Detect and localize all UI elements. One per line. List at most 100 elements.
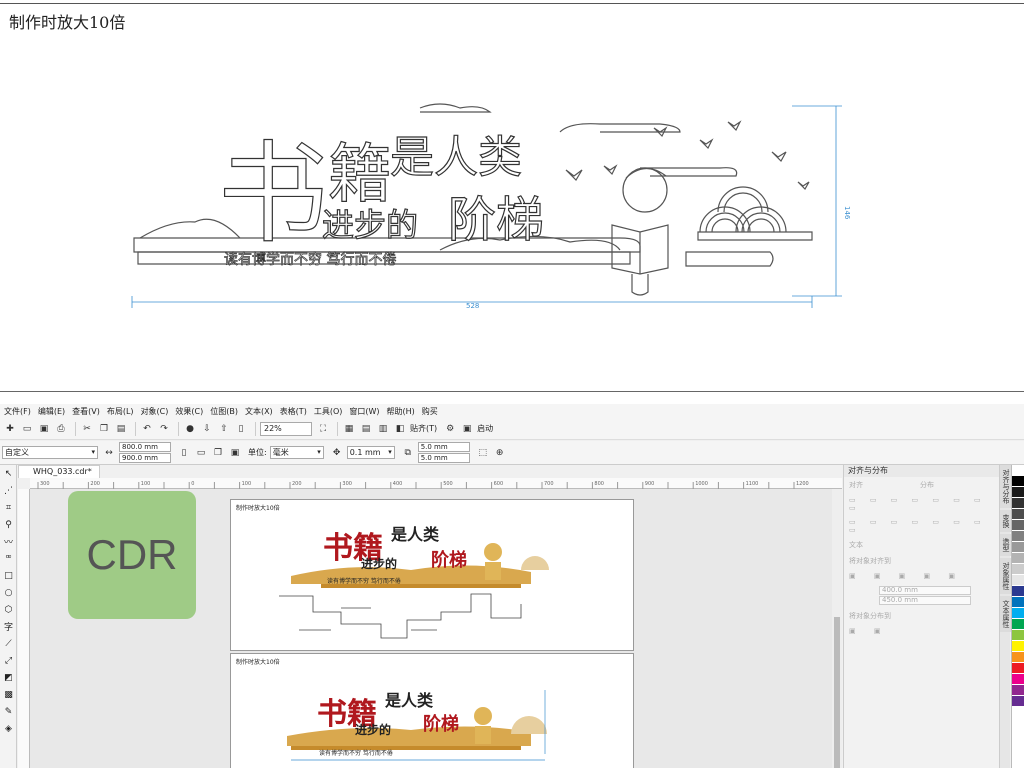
palette-swatch[interactable] bbox=[1012, 630, 1024, 641]
rectangle-tool-icon[interactable]: □ bbox=[0, 567, 17, 584]
palette-swatch[interactable] bbox=[1012, 476, 1024, 487]
align-buttons-row2[interactable]: ▭ ▭ ▭ ▭ ▭ ▭ ▭ ▭ bbox=[844, 515, 999, 537]
docker-tab-transform[interactable]: 变换 bbox=[1000, 510, 1011, 532]
paste-icon[interactable]: ▤ bbox=[114, 422, 128, 436]
add-frame-icon[interactable]: ⊕ bbox=[493, 446, 507, 460]
polygon-tool-icon[interactable]: ⬡ bbox=[0, 601, 17, 618]
palette-swatch[interactable] bbox=[1012, 619, 1024, 630]
grid-icon[interactable]: ▤ bbox=[359, 422, 373, 436]
portrait-icon[interactable]: ▯ bbox=[177, 446, 191, 460]
pick-tool-icon[interactable]: ↖ bbox=[0, 465, 17, 482]
palette-swatch[interactable] bbox=[1012, 586, 1024, 597]
menu-tools[interactable]: 工具(O) bbox=[314, 406, 343, 417]
current-page-icon[interactable]: ▣ bbox=[228, 446, 242, 460]
palette-swatch[interactable] bbox=[1012, 487, 1024, 498]
docker-tab-text-props[interactable]: 文本属性 bbox=[1000, 596, 1011, 632]
menu-text[interactable]: 文本(X) bbox=[245, 406, 273, 417]
menu-file[interactable]: 文件(F) bbox=[4, 406, 31, 417]
open-folder-icon[interactable]: ▭ bbox=[20, 422, 34, 436]
palette-swatch[interactable] bbox=[1012, 696, 1024, 707]
palette-swatch[interactable] bbox=[1012, 531, 1024, 542]
parallel-dimension-icon[interactable]: ⟋ bbox=[0, 635, 17, 652]
copy-icon[interactable]: ❐ bbox=[97, 422, 111, 436]
palette-swatch[interactable] bbox=[1012, 674, 1024, 685]
menu-layout[interactable]: 布局(L) bbox=[107, 406, 134, 417]
palette-swatch[interactable] bbox=[1012, 520, 1024, 531]
align-buttons[interactable]: ▭ ▭ ▭ ▭ ▭ ▭ ▭ ▭ bbox=[844, 493, 999, 515]
zoom-level-input[interactable]: 22% bbox=[260, 421, 312, 436]
save-icon[interactable]: ▣ bbox=[37, 422, 51, 436]
palette-swatch[interactable] bbox=[1012, 564, 1024, 575]
text-tool-icon[interactable]: 字 bbox=[0, 618, 17, 635]
page-2[interactable]: 制作时放大10倍 书籍 是人类 进步的 阶梯 读有博学而不穷 笃行而不倦 bbox=[230, 653, 634, 768]
menu-bitmaps[interactable]: 位图(B) bbox=[210, 406, 238, 417]
treat-as-filled-icon[interactable]: ⬚ bbox=[476, 446, 490, 460]
nudge-distance-input[interactable]: 0.1 mm bbox=[346, 446, 395, 459]
menu-buy[interactable]: 购买 bbox=[422, 406, 438, 417]
snap-icon[interactable]: ◧ bbox=[393, 422, 407, 436]
artistic-media-icon[interactable]: ꟹ bbox=[0, 550, 17, 567]
all-pages-icon[interactable]: ❐ bbox=[211, 446, 225, 460]
menu-window[interactable]: 窗口(W) bbox=[349, 406, 379, 417]
undo-icon[interactable]: ↶ bbox=[140, 422, 154, 436]
zoom-tool-icon[interactable]: ⚲ bbox=[0, 516, 17, 533]
palette-swatch[interactable] bbox=[1012, 663, 1024, 674]
units-select[interactable]: 毫米 bbox=[269, 446, 324, 459]
docker-tab-object-props[interactable]: 对象属性 bbox=[1000, 558, 1011, 594]
options-gear-icon[interactable]: ⚙ bbox=[443, 422, 457, 436]
docker-tab-shaping[interactable]: 造型 bbox=[1000, 534, 1011, 556]
freehand-tool-icon[interactable]: 〰 bbox=[0, 533, 17, 550]
drop-shadow-icon[interactable]: ◩ bbox=[0, 669, 17, 686]
launch-icon[interactable]: ▣ bbox=[460, 422, 474, 436]
duplicate-y-input[interactable]: 5.0 mm bbox=[417, 452, 470, 463]
docker-tab-align[interactable]: 对齐与分布 bbox=[1000, 465, 1011, 508]
palette-swatch[interactable] bbox=[1012, 685, 1024, 696]
palette-swatch[interactable] bbox=[1012, 553, 1024, 564]
page-1[interactable]: 制作时放大10倍 书籍 是人类 进步的 阶梯 读有博学而不穷 笃行而不倦 bbox=[230, 499, 634, 651]
export-icon[interactable]: ⇧ bbox=[217, 422, 231, 436]
eyedropper-icon[interactable]: ✎ bbox=[0, 703, 17, 720]
full-screen-icon[interactable]: ⛶ bbox=[316, 422, 330, 436]
redo-icon[interactable]: ↷ bbox=[157, 422, 171, 436]
search-content-icon[interactable]: ● bbox=[183, 422, 197, 436]
menu-effects[interactable]: 效果(C) bbox=[175, 406, 203, 417]
landscape-icon[interactable]: ▭ bbox=[194, 446, 208, 460]
palette-swatch[interactable] bbox=[1012, 465, 1024, 476]
page-height-input[interactable]: 900.0 mm bbox=[119, 452, 171, 463]
palette-swatch[interactable] bbox=[1012, 542, 1024, 553]
palette-swatch[interactable] bbox=[1012, 575, 1024, 586]
vertical-ruler[interactable] bbox=[18, 489, 30, 768]
align-height-input[interactable]: 450.0 mm bbox=[879, 596, 971, 605]
ellipse-tool-icon[interactable]: ○ bbox=[0, 584, 17, 601]
print-icon[interactable]: ⎙ bbox=[54, 422, 68, 436]
new-document-icon[interactable]: ✚ bbox=[3, 422, 17, 436]
launch-menu[interactable]: 启动 bbox=[477, 423, 493, 434]
duplicate-x-input[interactable]: 5.0 mm bbox=[417, 441, 470, 452]
palette-swatch[interactable] bbox=[1012, 597, 1024, 608]
connector-tool-icon[interactable]: ⤢ bbox=[0, 652, 17, 669]
page-width-input[interactable]: 800.0 mm bbox=[119, 441, 171, 452]
align-width-input[interactable]: 400.0 mm bbox=[879, 586, 971, 595]
distribute-to-buttons[interactable]: ▣ ▣ bbox=[844, 624, 999, 638]
scrollbar-thumb[interactable] bbox=[834, 617, 840, 768]
menu-view[interactable]: 查看(V) bbox=[72, 406, 100, 417]
shape-tool-icon[interactable]: ⋰ bbox=[0, 482, 17, 499]
palette-swatch[interactable] bbox=[1012, 498, 1024, 509]
menu-help[interactable]: 帮助(H) bbox=[387, 406, 415, 417]
import-icon[interactable]: ⇩ bbox=[200, 422, 214, 436]
transparency-icon[interactable]: ▩ bbox=[0, 686, 17, 703]
page-size-preset[interactable]: 自定义 bbox=[2, 446, 98, 459]
menu-edit[interactable]: 编辑(E) bbox=[38, 406, 65, 417]
menu-object[interactable]: 对象(C) bbox=[141, 406, 169, 417]
crop-tool-icon[interactable]: ⌗ bbox=[0, 499, 17, 516]
cut-icon[interactable]: ✂ bbox=[80, 422, 94, 436]
pdf-icon[interactable]: ▯ bbox=[234, 422, 248, 436]
horizontal-ruler[interactable]: 300 200 100 0 100 200 300 400 500 600 700 800 900 100… bbox=[30, 478, 842, 489]
palette-swatch[interactable] bbox=[1012, 652, 1024, 663]
guidelines-icon[interactable]: ▥ bbox=[376, 422, 390, 436]
drawing-canvas[interactable]: CDR 制作时放大10倍 书籍 是人类 进步的 阶梯 读有博学而不穷 笃行而不倦 bbox=[30, 489, 832, 768]
snap-to-menu[interactable]: 贴齐(T) bbox=[410, 423, 437, 434]
palette-swatch[interactable] bbox=[1012, 608, 1024, 619]
vertical-scrollbar[interactable] bbox=[832, 489, 842, 768]
align-to-buttons[interactable]: ▣ ▣ ▣ ▣ ▣ bbox=[844, 569, 999, 583]
